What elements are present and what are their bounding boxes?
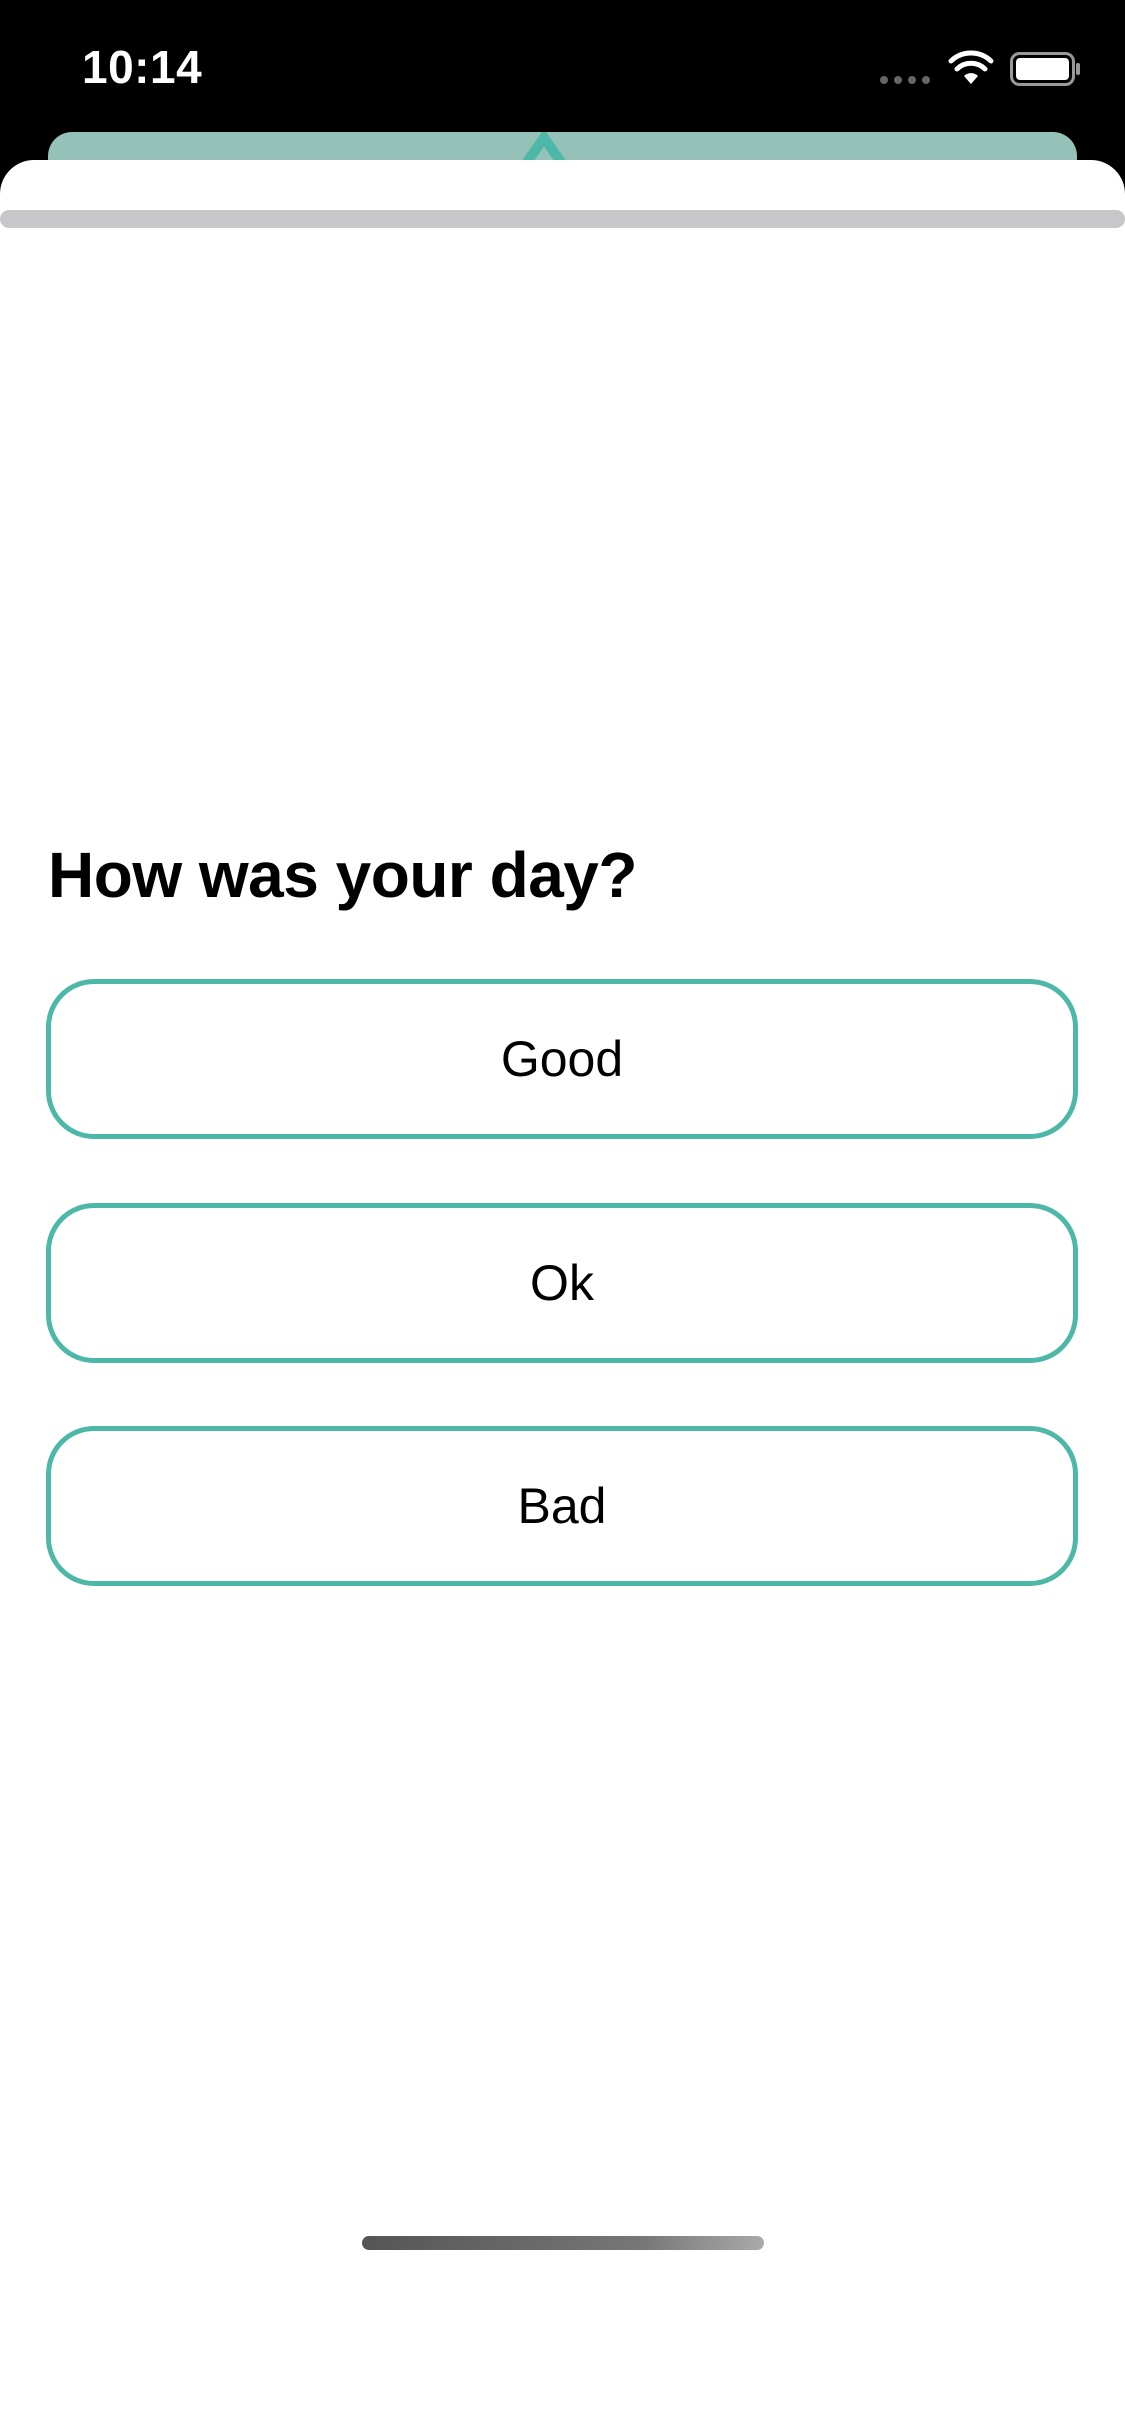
status-bar: 10:14 bbox=[0, 0, 1125, 140]
sheet-divider bbox=[0, 210, 1125, 228]
question-title: How was your day? bbox=[48, 839, 637, 911]
option-ok-button[interactable]: Ok bbox=[46, 1203, 1078, 1363]
wifi-icon bbox=[948, 50, 994, 84]
home-indicator[interactable] bbox=[362, 2236, 764, 2250]
option-bad-button[interactable]: Bad bbox=[46, 1426, 1078, 1586]
status-time: 10:14 bbox=[82, 41, 203, 93]
screen: 10:14 How was your day? Good Ok Bad bbox=[0, 0, 1125, 2436]
signal-icon bbox=[880, 76, 930, 84]
option-good-button[interactable]: Good bbox=[46, 979, 1078, 1139]
battery-icon bbox=[1010, 52, 1080, 86]
